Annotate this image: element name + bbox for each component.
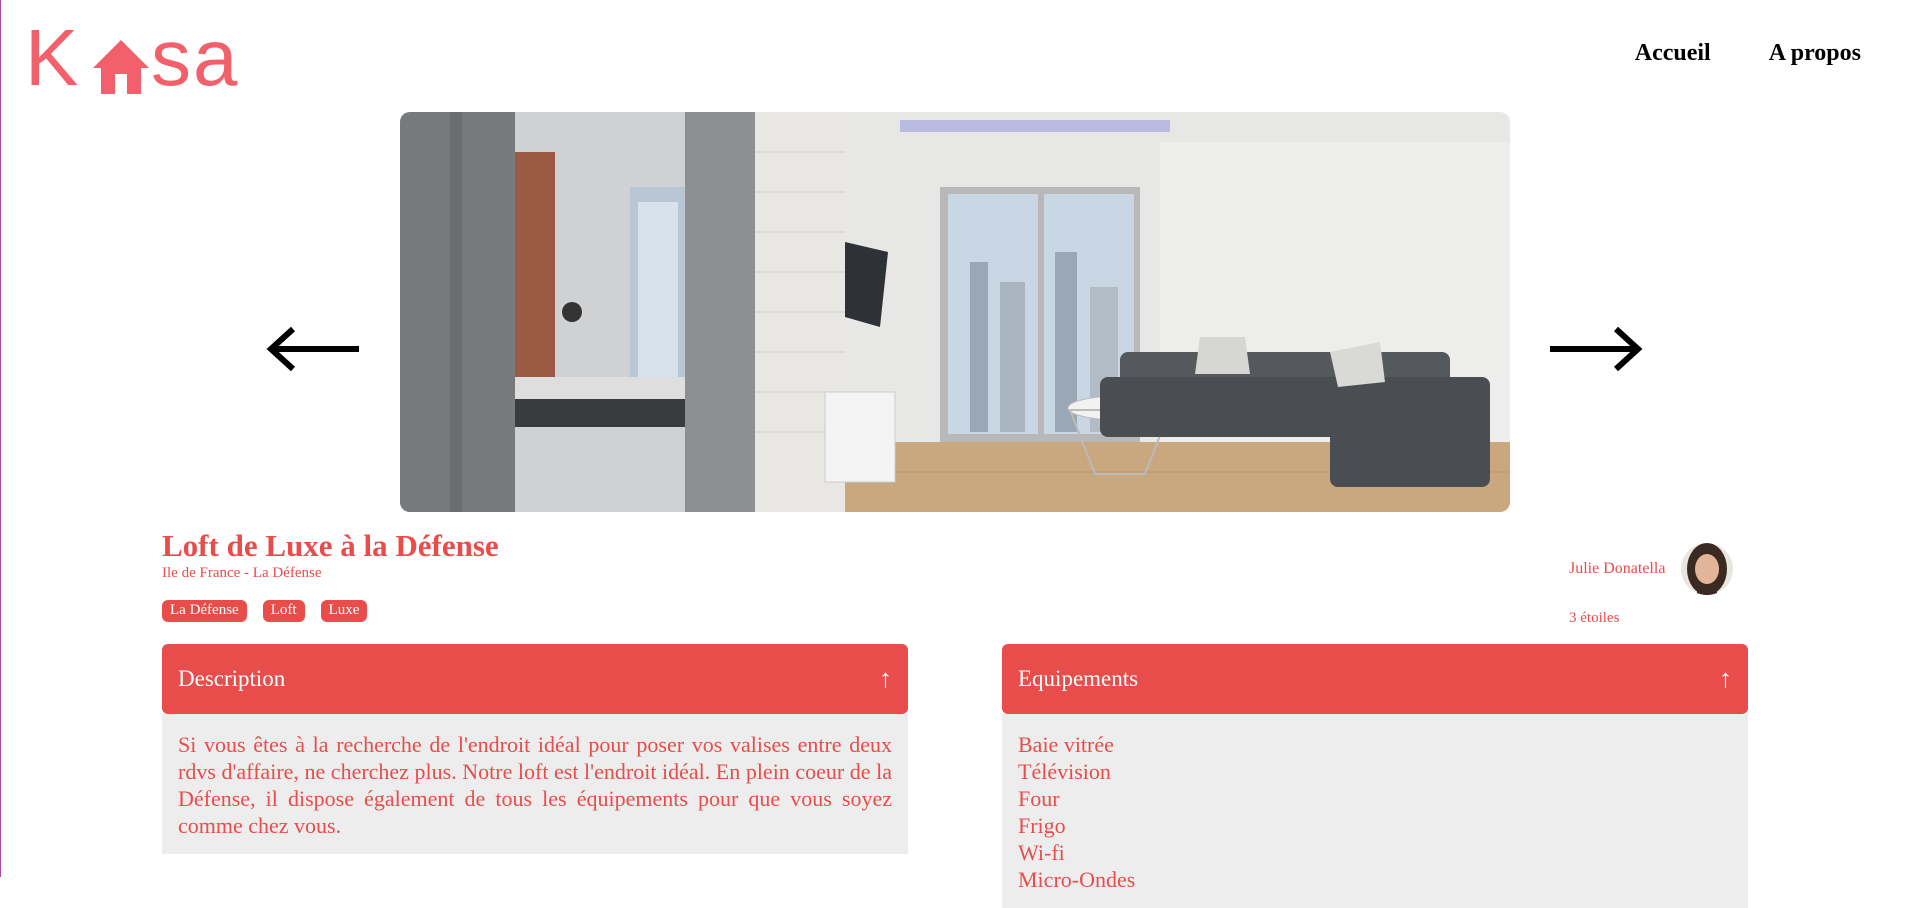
list-item: Télévision (1018, 759, 1111, 784)
gallery-image (400, 112, 1510, 512)
description-body: Si vous êtes à la recherche de l'endroit… (162, 714, 908, 854)
nav-link-home[interactable]: Accueil (1635, 40, 1711, 67)
arrow-left-icon[interactable] (263, 325, 363, 373)
tag-loft: Loft (262, 600, 305, 622)
equipments-collapse: Equipements ↑ Baie vitrée Télévision Fou… (1002, 644, 1748, 908)
list-item: Four (1018, 786, 1060, 811)
logo-letters-sa: sa (151, 13, 240, 102)
description-title: Description (178, 666, 286, 691)
chevron-up-icon[interactable]: ↑ (879, 664, 892, 694)
listing-location: Ile de France - La Défense (162, 565, 322, 581)
equipments-body: Baie vitrée Télévision Four Frigo Wi-fi … (1002, 714, 1748, 908)
list-item: Baie vitrée (1018, 732, 1114, 757)
host-info: Julie Donatella (1569, 543, 1734, 595)
house-icon (93, 40, 149, 94)
list-item: Micro-Ondes (1018, 867, 1136, 892)
main-nav: Accueil A propos (1635, 40, 1861, 67)
kasa-logo[interactable]: K sa (25, 18, 245, 98)
list-item: Wi-fi (1018, 840, 1065, 865)
equipments-title: Equipements (1018, 666, 1139, 691)
listing-title: Loft de Luxe à la Défense (162, 528, 499, 563)
tag-list: La Défense Loft Luxe (162, 600, 368, 622)
description-collapse: Description ↑ Si vous êtes à la recherch… (162, 644, 908, 854)
logo-letter-k: K (25, 13, 81, 102)
equipments-toggle[interactable]: Equipements ↑ (1002, 644, 1748, 714)
host-name: Julie Donatella (1569, 560, 1666, 577)
avatar (1681, 543, 1734, 595)
tag-la-defense: La Défense (162, 600, 247, 622)
description-toggle[interactable]: Description ↑ (162, 644, 908, 714)
tag-luxe: Luxe (320, 600, 368, 622)
arrow-right-icon[interactable] (1546, 325, 1646, 373)
equipment-list: Baie vitrée Télévision Four Frigo Wi-fi … (1018, 731, 1732, 893)
chevron-up-icon[interactable]: ↑ (1719, 664, 1732, 694)
list-item: Frigo (1018, 813, 1066, 838)
nav-link-about[interactable]: A propos (1769, 40, 1861, 67)
host-rating: 3 étoiles (1569, 610, 1620, 626)
